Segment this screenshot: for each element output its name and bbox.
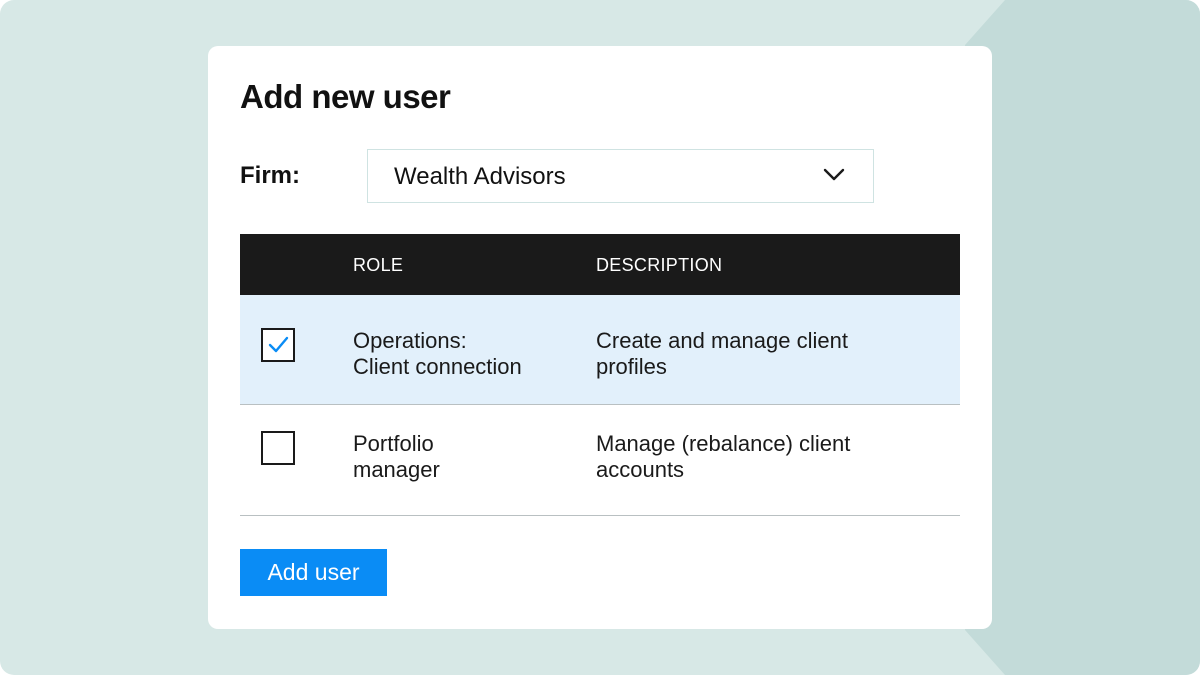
firm-select[interactable]: Wealth Advisors bbox=[367, 149, 874, 203]
role-description-line: profiles bbox=[596, 354, 667, 379]
role-description-line: accounts bbox=[596, 457, 685, 482]
page-background: Add new user Firm: Wealth Advisors ROLE … bbox=[0, 0, 1200, 675]
table-header: ROLE DESCRIPTION bbox=[240, 234, 960, 295]
add-user-button[interactable]: Add user bbox=[240, 549, 387, 596]
role-name: Portfolio manager bbox=[353, 431, 573, 483]
role-checkbox-portfolio-manager[interactable] bbox=[261, 431, 295, 465]
column-header-role: ROLE bbox=[353, 255, 404, 275]
add-user-dialog: Add new user Firm: Wealth Advisors ROLE … bbox=[208, 46, 992, 629]
dialog-title: Add new user bbox=[240, 78, 451, 115]
firm-label: Firm: bbox=[240, 162, 300, 189]
role-description: Manage (rebalance) client accounts bbox=[596, 431, 896, 483]
role-description: Create and manage client profiles bbox=[596, 328, 896, 380]
role-name-line: Operations: bbox=[353, 328, 467, 353]
table-row[interactable]: Portfolio manager Manage (rebalance) cli… bbox=[240, 405, 960, 516]
checkmark-icon bbox=[268, 336, 289, 353]
role-name: Operations: Client connection bbox=[353, 328, 573, 380]
column-header-description: DESCRIPTION bbox=[596, 255, 723, 275]
roles-table: ROLE DESCRIPTION Operations: Client conn… bbox=[240, 234, 960, 516]
role-checkbox-operations[interactable] bbox=[261, 328, 295, 362]
role-name-line: Client connection bbox=[353, 354, 522, 379]
role-description-line: Manage (rebalance) client bbox=[596, 431, 851, 456]
firm-select-value: Wealth Advisors bbox=[394, 163, 566, 190]
role-name-line: manager bbox=[353, 457, 440, 482]
table-row[interactable]: Operations: Client connection Create and… bbox=[240, 295, 960, 405]
role-name-line: Portfolio bbox=[353, 431, 434, 456]
role-description-line: Create and manage client bbox=[596, 328, 848, 353]
chevron-down-icon bbox=[823, 168, 845, 181]
